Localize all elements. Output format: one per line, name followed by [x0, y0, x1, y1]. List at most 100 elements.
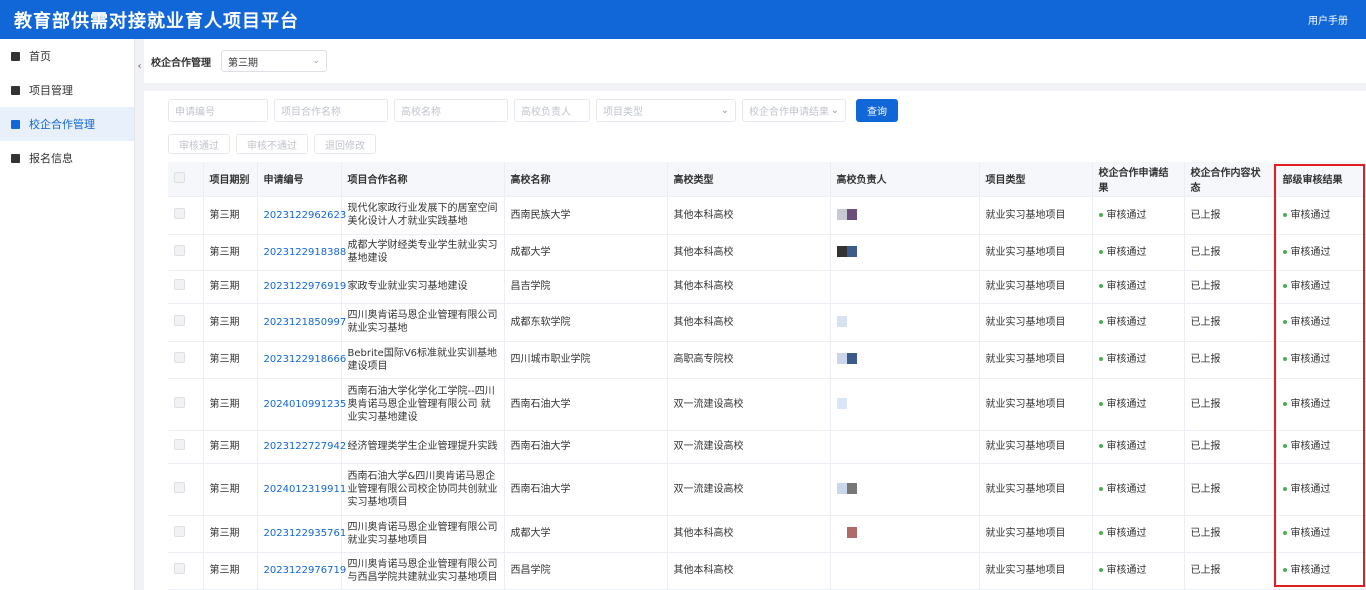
application-code-link[interactable]: 2023122935761 [257, 515, 346, 553]
status-dot-icon [1098, 284, 1103, 288]
app-no-input[interactable]: 申请编号 [168, 99, 268, 122]
coop-result-select[interactable]: 校企合作申请结果 ⌄ [742, 99, 846, 122]
application-code-link[interactable]: 2023122918388 [257, 234, 346, 271]
row-checkbox[interactable] [168, 234, 204, 271]
project-name-cell: 四川奥肯诺马恩企业管理有限公司就业实习基地项目 [341, 515, 505, 553]
apply-result-cell: 审核通过 [1092, 430, 1185, 464]
period-cell: 第三期 [203, 270, 258, 304]
table-row: 第三期 2023122962623 现代化家政行业发展下的居室空间美化设计人才就业实… [168, 196, 1366, 235]
school-name-cell: 西南石油大学 [504, 378, 668, 431]
column-header: 高校名称 [504, 162, 668, 197]
select-all-checkbox[interactable] [168, 162, 204, 197]
table-row: 第三期 2024012319911 西南石油大学&四川奥肯诺马恩企业管理有限公司校企… [168, 463, 1366, 516]
project-type-cell: 就业实习基地项目 [979, 515, 1093, 553]
table-row: 第三期 2023122727942 经济管理类学生企业管理提升实践 西南石油大学 双一流… [168, 430, 1366, 464]
row-checkbox[interactable] [168, 196, 204, 235]
status-dot-icon [1282, 401, 1287, 406]
user-manual-link[interactable]: 用户手册 [1308, 12, 1348, 27]
column-header: 高校类型 [667, 162, 831, 197]
school-contact-cell [830, 341, 980, 379]
status-dot-icon [1098, 357, 1103, 361]
school-contact-cell [830, 234, 980, 271]
redacted-name [836, 482, 857, 494]
application-code-link[interactable]: 2023122962623 [257, 196, 346, 235]
status-dot-icon [1098, 212, 1103, 217]
redacted-name [836, 527, 857, 538]
application-code-link[interactable]: 2023121850997 [257, 303, 346, 342]
column-header: 高校负责人 [830, 162, 980, 197]
application-code-link[interactable]: 2024012319911 [257, 463, 346, 516]
school-name-cell: 四川城市职业学院 [504, 341, 668, 379]
status-dot-icon [1098, 249, 1103, 254]
reject-button[interactable]: 审核不通过 [236, 134, 308, 154]
row-checkbox[interactable] [168, 552, 204, 590]
chevron-down-icon: ⌄ [830, 105, 839, 116]
sidebar-item-home[interactable]: 首页 [0, 39, 134, 73]
status-dot-icon [1282, 249, 1287, 254]
ministry-review-cell: 审核通过 [1276, 430, 1366, 464]
chevron-down-icon: ⌄ [312, 56, 320, 66]
application-code-link[interactable]: 2023122727942 [257, 430, 346, 464]
apply-result-text: 审核通过 [1106, 398, 1147, 410]
school-contact-cell [830, 378, 980, 431]
apply-result-cell: 审核通过 [1092, 270, 1185, 304]
project-name-cell: 家政专业就业实习基地建设 [341, 270, 505, 304]
project-type-cell: 就业实习基地项目 [979, 234, 1093, 271]
school-contact-cell [830, 515, 980, 553]
status-dot-icon [1098, 401, 1103, 406]
status-dot-icon [1282, 319, 1287, 324]
ministry-review-cell: 审核通过 [1276, 234, 1366, 271]
ministry-review-cell: 审核通过 [1276, 196, 1366, 235]
apply-result-text: 审核通过 [1106, 246, 1147, 258]
status-dot-icon [1098, 486, 1103, 491]
sidebar-item-signup[interactable]: 报名信息 [0, 141, 134, 175]
row-checkbox[interactable] [168, 515, 204, 553]
school-type-cell: 其他本科高校 [667, 270, 831, 304]
redacted-name [836, 280, 857, 291]
sidebar-item-label: 报名信息 [29, 152, 73, 165]
content-status-cell: 已上报 [1184, 303, 1277, 342]
collapse-sidebar-icon[interactable]: ‹ [135, 60, 144, 74]
return-button[interactable]: 退回修改 [314, 134, 376, 154]
ministry-review-cell: 审核通过 [1276, 378, 1366, 431]
status-dot-icon [1098, 444, 1103, 448]
school-contact-input[interactable]: 高校负责人 [514, 99, 590, 122]
row-checkbox[interactable] [168, 341, 204, 379]
row-checkbox[interactable] [168, 270, 204, 304]
ministry-review-text: 审核通过 [1290, 398, 1331, 410]
row-checkbox[interactable] [168, 378, 204, 431]
sidebar-item-project[interactable]: 项目管理 [0, 73, 134, 107]
project-type-cell: 就业实习基地项目 [979, 463, 1093, 516]
school-type-cell: 双一流建设高校 [667, 378, 831, 431]
ministry-review-text: 审核通过 [1290, 281, 1331, 292]
project-type-select[interactable]: 项目类型 ⌄ [596, 99, 736, 122]
period-cell: 第三期 [203, 463, 258, 516]
redacted-name [836, 315, 857, 327]
school-name-input[interactable]: 高校名称 [394, 99, 508, 122]
application-code-link[interactable]: 2023122976719 [257, 552, 346, 590]
application-code-link[interactable]: 2023122976919 [257, 270, 346, 304]
query-button[interactable]: 查询 [856, 99, 898, 122]
table-row: 第三期 2023122935761 四川奥肯诺马恩企业管理有限公司就业实习基地项目成… [168, 515, 1366, 553]
project-name-input[interactable]: 项目合作名称 [274, 99, 388, 122]
page-title: 校企合作管理 [151, 57, 211, 69]
row-checkbox[interactable] [168, 463, 204, 516]
table-row: 第三期 2024010991235 西南石油大学化学化工学院--四川奥肯诺马恩企业管… [168, 378, 1366, 431]
content-status-cell: 已上报 [1184, 341, 1277, 379]
apply-result-text: 审核通过 [1106, 316, 1147, 328]
period-cell: 第三期 [203, 515, 258, 553]
row-checkbox[interactable] [168, 430, 204, 464]
row-checkbox[interactable] [168, 303, 204, 342]
ministry-review-text: 审核通过 [1290, 316, 1331, 328]
sidebar-item-cooperation[interactable]: 校企合作管理 [0, 107, 134, 141]
project-name-cell: Bebrite国际V6标准就业实训基地建设项目 [341, 341, 505, 379]
application-code-link[interactable]: 2023122918666 [257, 341, 346, 379]
period-select[interactable]: 第三期 ⌄ [221, 50, 327, 72]
app-title: 教育部供需对接就业育人项目平台 [14, 10, 299, 32]
apply-result-cell: 审核通过 [1092, 303, 1185, 342]
signup-icon [11, 153, 20, 163]
ministry-review-cell: 审核通过 [1276, 463, 1366, 516]
approve-button[interactable]: 审核通过 [168, 134, 230, 154]
school-type-cell: 高职高专院校 [667, 341, 831, 379]
application-code-link[interactable]: 2024010991235 [257, 378, 346, 431]
